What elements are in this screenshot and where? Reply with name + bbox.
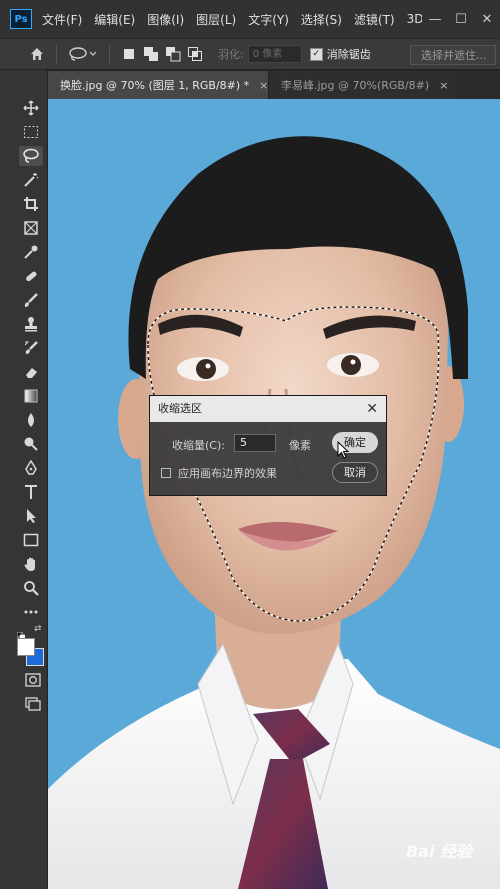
swap-colors-icon[interactable]: ⇄ xyxy=(34,624,42,634)
divider xyxy=(56,45,57,63)
menu-edit[interactable]: 编辑(E) xyxy=(94,11,135,28)
screen-mode-icon[interactable] xyxy=(21,694,45,714)
eyedropper-icon[interactable] xyxy=(19,242,43,262)
close-window-button[interactable]: ✕ xyxy=(474,12,500,27)
marquee-tool-icon[interactable] xyxy=(19,122,43,142)
menu-file[interactable]: 文件(F) xyxy=(42,11,82,28)
menu-filter[interactable]: 滤镜(T) xyxy=(354,11,395,28)
antialias-checkbox[interactable]: ✓ xyxy=(309,47,323,61)
type-tool-icon[interactable] xyxy=(19,482,43,502)
contract-amount-label: 收缩量(C): xyxy=(172,439,225,452)
divider xyxy=(109,45,110,63)
document-tabs: 换脸.jpg @ 70% (图层 1, RGB/8#) * × 李易峰.jpg … xyxy=(48,71,500,99)
dodge-tool-icon[interactable] xyxy=(19,434,43,454)
close-tab-icon[interactable]: × xyxy=(259,79,268,92)
brush-tool-icon[interactable] xyxy=(19,290,43,310)
quick-mask-icon[interactable] xyxy=(21,670,45,690)
default-colors-icon[interactable] xyxy=(16,625,26,641)
add-to-selection-icon[interactable] xyxy=(140,43,162,65)
dialog-title: 收缩选区 xyxy=(150,396,386,422)
close-tab-icon[interactable]: × xyxy=(439,79,448,92)
crop-tool-icon[interactable] xyxy=(19,194,43,214)
tab-second-document[interactable]: 李易峰.jpg @ 70%(RGB/8#) × xyxy=(268,71,457,99)
eraser-icon[interactable] xyxy=(19,362,43,382)
unit-label: 像素 xyxy=(289,439,311,452)
mouse-cursor-icon xyxy=(337,440,350,463)
menu-type[interactable]: 文字(Y) xyxy=(248,11,289,28)
apply-canvas-bounds-label: 应用画布边界的效果 xyxy=(178,467,277,480)
minimize-button[interactable]: — xyxy=(422,12,448,27)
healing-brush-icon[interactable] xyxy=(19,266,43,286)
window-controls: — ☐ ✕ xyxy=(422,0,500,38)
photoshop-logo: Ps xyxy=(10,9,32,29)
baidu-watermark: Bai 经验 xyxy=(406,842,473,861)
more-tools-icon[interactable] xyxy=(19,602,43,622)
tab-title: 换脸.jpg @ 70% (图层 1, RGB/8#) * xyxy=(60,79,250,92)
intersect-selection-icon[interactable] xyxy=(184,43,206,65)
cancel-button[interactable]: 取消 xyxy=(332,462,378,483)
apply-canvas-bounds-checkbox[interactable] xyxy=(161,468,171,478)
menu-layer[interactable]: 图层(L) xyxy=(196,11,236,28)
history-brush-icon[interactable] xyxy=(19,338,43,358)
tools-panel: ⇄ xyxy=(0,70,48,889)
contract-amount-input[interactable]: 5 xyxy=(234,434,276,452)
path-select-icon[interactable] xyxy=(19,506,43,526)
home-icon[interactable] xyxy=(26,43,48,65)
rectangle-tool-icon[interactable] xyxy=(19,530,43,550)
menu-select[interactable]: 选择(S) xyxy=(301,11,342,28)
antialias-label: 消除锯齿 xyxy=(326,48,371,61)
feather-label: 羽化: xyxy=(218,48,244,61)
menu-image[interactable]: 图像(I) xyxy=(147,11,184,28)
menu-bar: Ps 文件(F) 编辑(E) 图像(I) 图层(L) 文字(Y) 选择(S) 滤… xyxy=(0,0,500,38)
zoom-tool-icon[interactable] xyxy=(19,578,43,598)
feather-input[interactable]: 0 像素 xyxy=(247,45,302,63)
frame-tool-icon[interactable] xyxy=(19,218,43,238)
blur-tool-icon[interactable] xyxy=(19,410,43,430)
clone-stamp-icon[interactable] xyxy=(19,314,43,334)
contract-selection-dialog: 收缩选区 ✕ 收缩量(C): 5 像素 确定 取消 应用画布边界的效果 xyxy=(149,395,387,496)
tab-title: 李易峰.jpg @ 70%(RGB/8#) xyxy=(281,79,430,92)
tab-face-swap[interactable]: 换脸.jpg @ 70% (图层 1, RGB/8#) * × xyxy=(48,71,268,99)
select-and-mask-button[interactable]: 选择并遮住... xyxy=(410,45,496,65)
options-bar: 羽化: 0 像素 ✓ 消除锯齿 选择并遮住... xyxy=(0,38,500,70)
magic-wand-icon[interactable] xyxy=(19,170,43,190)
lasso-preset-icon[interactable] xyxy=(65,43,101,65)
pen-tool-icon[interactable] xyxy=(19,458,43,478)
maximize-button[interactable]: ☐ xyxy=(448,12,474,27)
move-tool-icon[interactable] xyxy=(19,98,43,118)
new-selection-icon[interactable] xyxy=(118,43,140,65)
dialog-close-icon[interactable]: ✕ xyxy=(366,396,378,422)
hand-tool-icon[interactable] xyxy=(19,554,43,574)
lasso-tool-icon[interactable] xyxy=(19,146,43,166)
subtract-from-selection-icon[interactable] xyxy=(162,43,184,65)
foreground-color-swatch[interactable] xyxy=(17,638,35,656)
gradient-tool-icon[interactable] xyxy=(19,386,43,406)
